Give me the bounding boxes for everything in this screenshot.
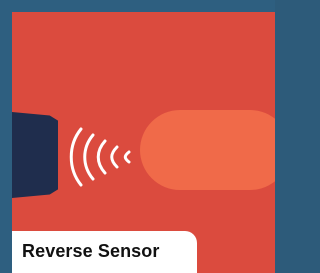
parking-sensor-icon [12, 112, 58, 198]
obstacle-shape-icon [140, 110, 275, 190]
thumbnail-frame: Reverse Sensor [0, 0, 275, 273]
reverse-sensor-card[interactable]: Reverse Sensor [12, 12, 275, 273]
card-title: Reverse Sensor [22, 241, 160, 261]
title-label-panel: Reverse Sensor [12, 231, 197, 273]
ultrasonic-wave-icon [69, 127, 131, 187]
